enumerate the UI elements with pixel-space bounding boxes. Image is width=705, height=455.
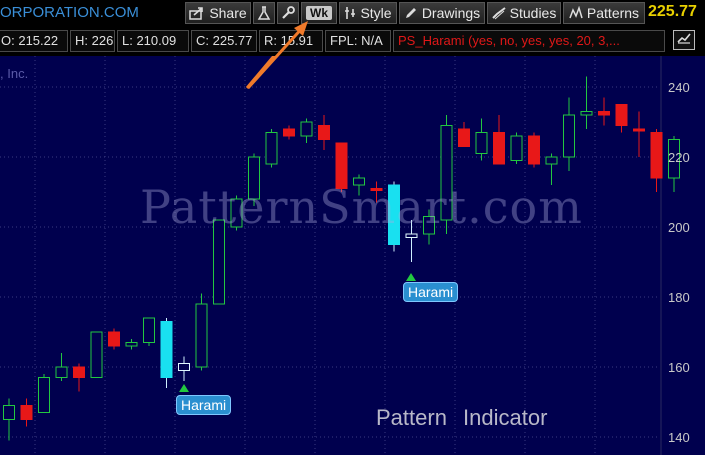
candle-body	[265, 132, 278, 165]
studies-button[interactable]: Studies	[487, 2, 561, 24]
candle-body	[493, 132, 505, 165]
candle-body	[38, 377, 50, 413]
y-tick-label: 160	[668, 360, 690, 375]
last-price: 225.77	[648, 3, 697, 20]
candlestick-chart	[0, 56, 680, 455]
patterns-button[interactable]: Patterns	[563, 2, 645, 24]
candle-body	[283, 128, 295, 137]
candle-body	[143, 317, 155, 343]
harami-arrow-2	[406, 273, 416, 281]
ohlc-row: O: 215.22 H: 226 L: 210.09 C: 225.77 R: …	[0, 28, 705, 54]
candle-body	[55, 366, 68, 378]
candle-body	[300, 121, 313, 137]
drawings-button[interactable]: Drawings	[399, 2, 485, 24]
pencil-icon	[404, 6, 418, 20]
pointer-arrow	[245, 56, 276, 89]
style-button[interactable]: Style	[339, 2, 397, 24]
fpl-value: FPL: N/A	[325, 30, 391, 52]
candle-body	[528, 135, 540, 165]
studies-label: Studies	[509, 5, 557, 21]
wrench-icon	[281, 6, 295, 20]
watermark: PatternSmart.com	[140, 180, 583, 234]
candle-body	[125, 342, 138, 347]
candle-body	[195, 303, 208, 368]
chart-menu-button[interactable]	[673, 30, 695, 50]
symbol-title: ORPORATION.COM	[0, 4, 139, 21]
trend-icon	[677, 31, 691, 49]
flask-button[interactable]	[253, 2, 275, 24]
studies-icon	[491, 6, 506, 20]
low-value: L: 210.09	[117, 30, 189, 52]
open-value: O: 215.22	[0, 30, 68, 52]
company-label: , Inc.	[0, 66, 29, 81]
flask-icon	[257, 6, 271, 20]
patterns-icon	[569, 6, 583, 20]
candle-body	[510, 135, 523, 161]
candle-body	[580, 111, 593, 116]
y-tick-label: 200	[668, 220, 690, 235]
harami-arrow-1	[179, 384, 189, 392]
price-chart[interactable]	[0, 56, 705, 455]
candle-body	[73, 366, 85, 378]
harami-label-2[interactable]: Harami	[403, 282, 459, 302]
candle-body	[615, 104, 628, 126]
candle-body	[178, 363, 190, 371]
high-value: H: 226	[70, 30, 115, 52]
period-label: Wk	[306, 6, 332, 20]
candle-body	[3, 405, 15, 420]
candle-body	[108, 331, 120, 347]
candle-body	[160, 321, 173, 378]
candle-body	[20, 405, 33, 420]
toolbar: ORPORATION.COM Share Wk Style Drawings S…	[0, 0, 705, 27]
y-tick-label: 240	[668, 80, 690, 95]
candle-body	[545, 156, 558, 165]
candle-body	[318, 125, 330, 140]
aggregation-period-button[interactable]: Wk	[301, 2, 337, 24]
share-label: Share	[209, 5, 247, 21]
drawings-label: Drawings	[421, 5, 481, 21]
y-tick-label: 180	[668, 290, 690, 305]
candle-body	[598, 111, 610, 116]
candle-body	[458, 128, 470, 147]
candle-body	[563, 114, 575, 158]
candle-body	[633, 128, 645, 132]
candle-body	[650, 132, 663, 179]
candle-body	[475, 132, 488, 154]
style-icon	[344, 6, 356, 20]
harami-label-1[interactable]: Harami	[176, 395, 232, 415]
y-tick-label: 140	[668, 430, 690, 445]
y-tick-label: 220	[668, 150, 690, 165]
study-label[interactable]: PS_Harami (yes, no, yes, yes, 20, 3,...	[393, 30, 665, 52]
settings-button[interactable]	[277, 2, 299, 24]
share-icon	[189, 6, 205, 20]
close-value: C: 225.77	[191, 30, 257, 52]
candle-body	[405, 233, 418, 238]
share-button[interactable]: Share	[185, 2, 251, 24]
style-label: Style	[360, 5, 392, 21]
patterns-label: Patterns	[586, 5, 640, 21]
candle-body	[90, 331, 103, 378]
range-value: R: 15.91	[259, 30, 323, 52]
pattern-indicator-label: Pattern Indicator	[376, 405, 548, 430]
